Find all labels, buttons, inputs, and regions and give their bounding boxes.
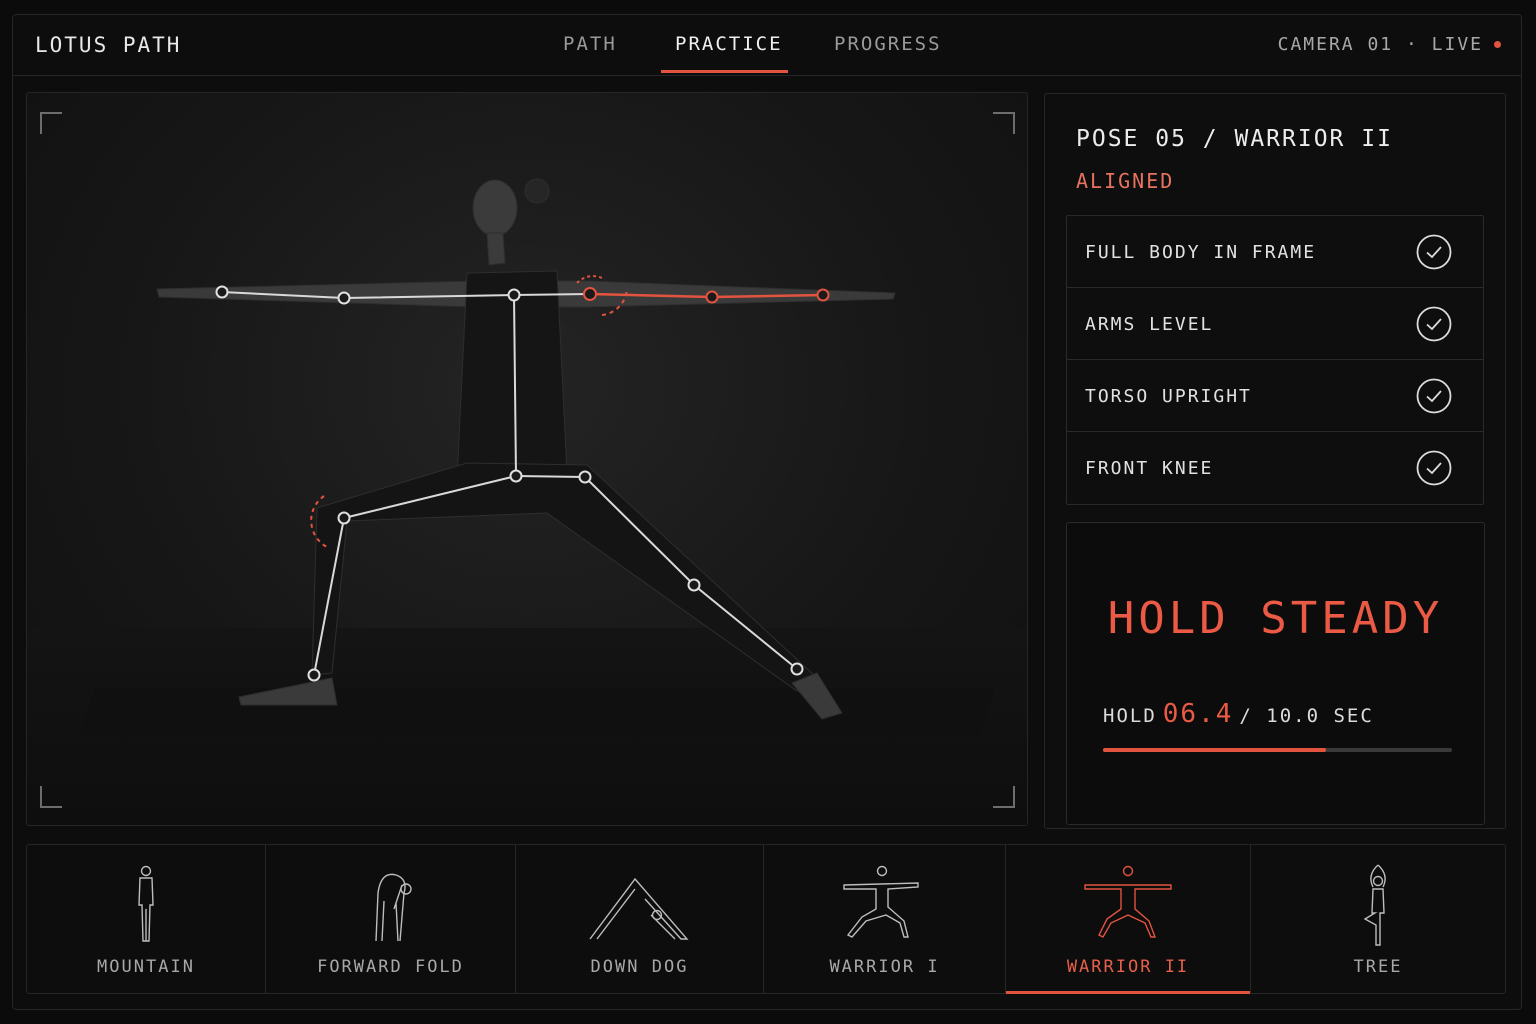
pose-label: DOWN DOG [590, 957, 689, 977]
down-dog-pose-icon [588, 877, 689, 940]
pose-label: TREE [1353, 957, 1403, 977]
pose-label: WARRIOR II [1066, 957, 1190, 977]
check-circle-icon [1416, 450, 1452, 486]
pose-library-strip: MOUNTAIN FORWARD FOLD DOWN DOG WARRIOR I… [26, 844, 1506, 994]
check-label: TORSO UPRIGHT [1085, 386, 1252, 407]
pose-label: MOUNTAIN [97, 957, 195, 977]
forward-fold-pose-icon [374, 873, 412, 942]
viewfinder-corner-bottom-right [993, 786, 1015, 808]
tab-progress[interactable]: PROGRESS [834, 33, 942, 55]
mountain-pose-icon [138, 865, 154, 942]
warrior-one-pose-icon [842, 865, 919, 938]
check-row: TORSO UPRIGHT [1067, 360, 1483, 432]
check-circle-icon [1416, 234, 1452, 270]
active-tab-indicator [661, 70, 788, 73]
check-label: FRONT KNEE [1085, 458, 1214, 479]
camera-view [26, 92, 1028, 826]
check-row: FULL BODY IN FRAME [1067, 216, 1483, 288]
pose-item-warrior-two[interactable]: WARRIOR II [1006, 845, 1251, 994]
pose-feedback-panel: POSE 05 / WARRIOR II ALIGNED FULL BODY I… [1044, 93, 1506, 829]
hold-progress-track [1103, 748, 1452, 752]
pose-item-forward-fold[interactable]: FORWARD FOLD [266, 845, 516, 993]
tree-pose-icon [1363, 864, 1386, 946]
live-indicator-dot [1494, 41, 1501, 48]
hold-target-time: / 10.0 SEC [1239, 705, 1374, 727]
check-row: FRONT KNEE [1067, 432, 1483, 504]
tab-practice[interactable]: PRACTICE [675, 33, 783, 55]
viewfinder-corner-top-left [40, 112, 62, 134]
alignment-checklist: FULL BODY IN FRAME ARMS LEVEL TORSO UPRI… [1066, 215, 1484, 505]
warrior-two-pose-icon [1084, 865, 1172, 938]
pose-status: ALIGNED [1076, 169, 1175, 193]
camera-status-label: CAMERA 01 · LIVE [1277, 34, 1483, 55]
check-circle-icon [1416, 306, 1452, 342]
check-label: ARMS LEVEL [1085, 314, 1214, 335]
hold-current-time: 06.4 [1162, 699, 1234, 729]
pose-title: POSE 05 / WARRIOR II [1076, 126, 1393, 152]
tab-path[interactable]: PATH [563, 33, 617, 55]
pose-tracking-overlay [156, 178, 896, 720]
pose-item-tree[interactable]: TREE [1251, 845, 1505, 993]
person-silhouette [156, 178, 896, 720]
viewfinder-corner-top-right [993, 112, 1015, 134]
hold-timer-card: HOLD STEADY HOLD 06.4/ 10.0 SEC [1066, 522, 1485, 825]
hold-timer-readout: HOLD 06.4/ 10.0 SEC [1103, 699, 1374, 729]
hold-prefix: HOLD [1103, 705, 1157, 727]
pose-label: FORWARD FOLD [317, 957, 464, 977]
check-label: FULL BODY IN FRAME [1085, 242, 1317, 263]
pose-item-down-dog[interactable]: DOWN DOG [516, 845, 764, 993]
hold-heading: HOLD STEADY [1107, 593, 1444, 644]
pose-label: WARRIOR I [829, 957, 940, 977]
check-row: ARMS LEVEL [1067, 288, 1483, 360]
hold-progress-fill [1103, 748, 1327, 752]
pose-item-warrior-one[interactable]: WARRIOR I [764, 845, 1006, 993]
top-bar: LOTUS PATH PATH PRACTICE PROGRESS CAMERA… [13, 15, 1521, 76]
check-circle-icon [1416, 378, 1452, 414]
viewfinder-corner-bottom-left [40, 786, 62, 808]
pose-item-mountain[interactable]: MOUNTAIN [27, 845, 266, 993]
